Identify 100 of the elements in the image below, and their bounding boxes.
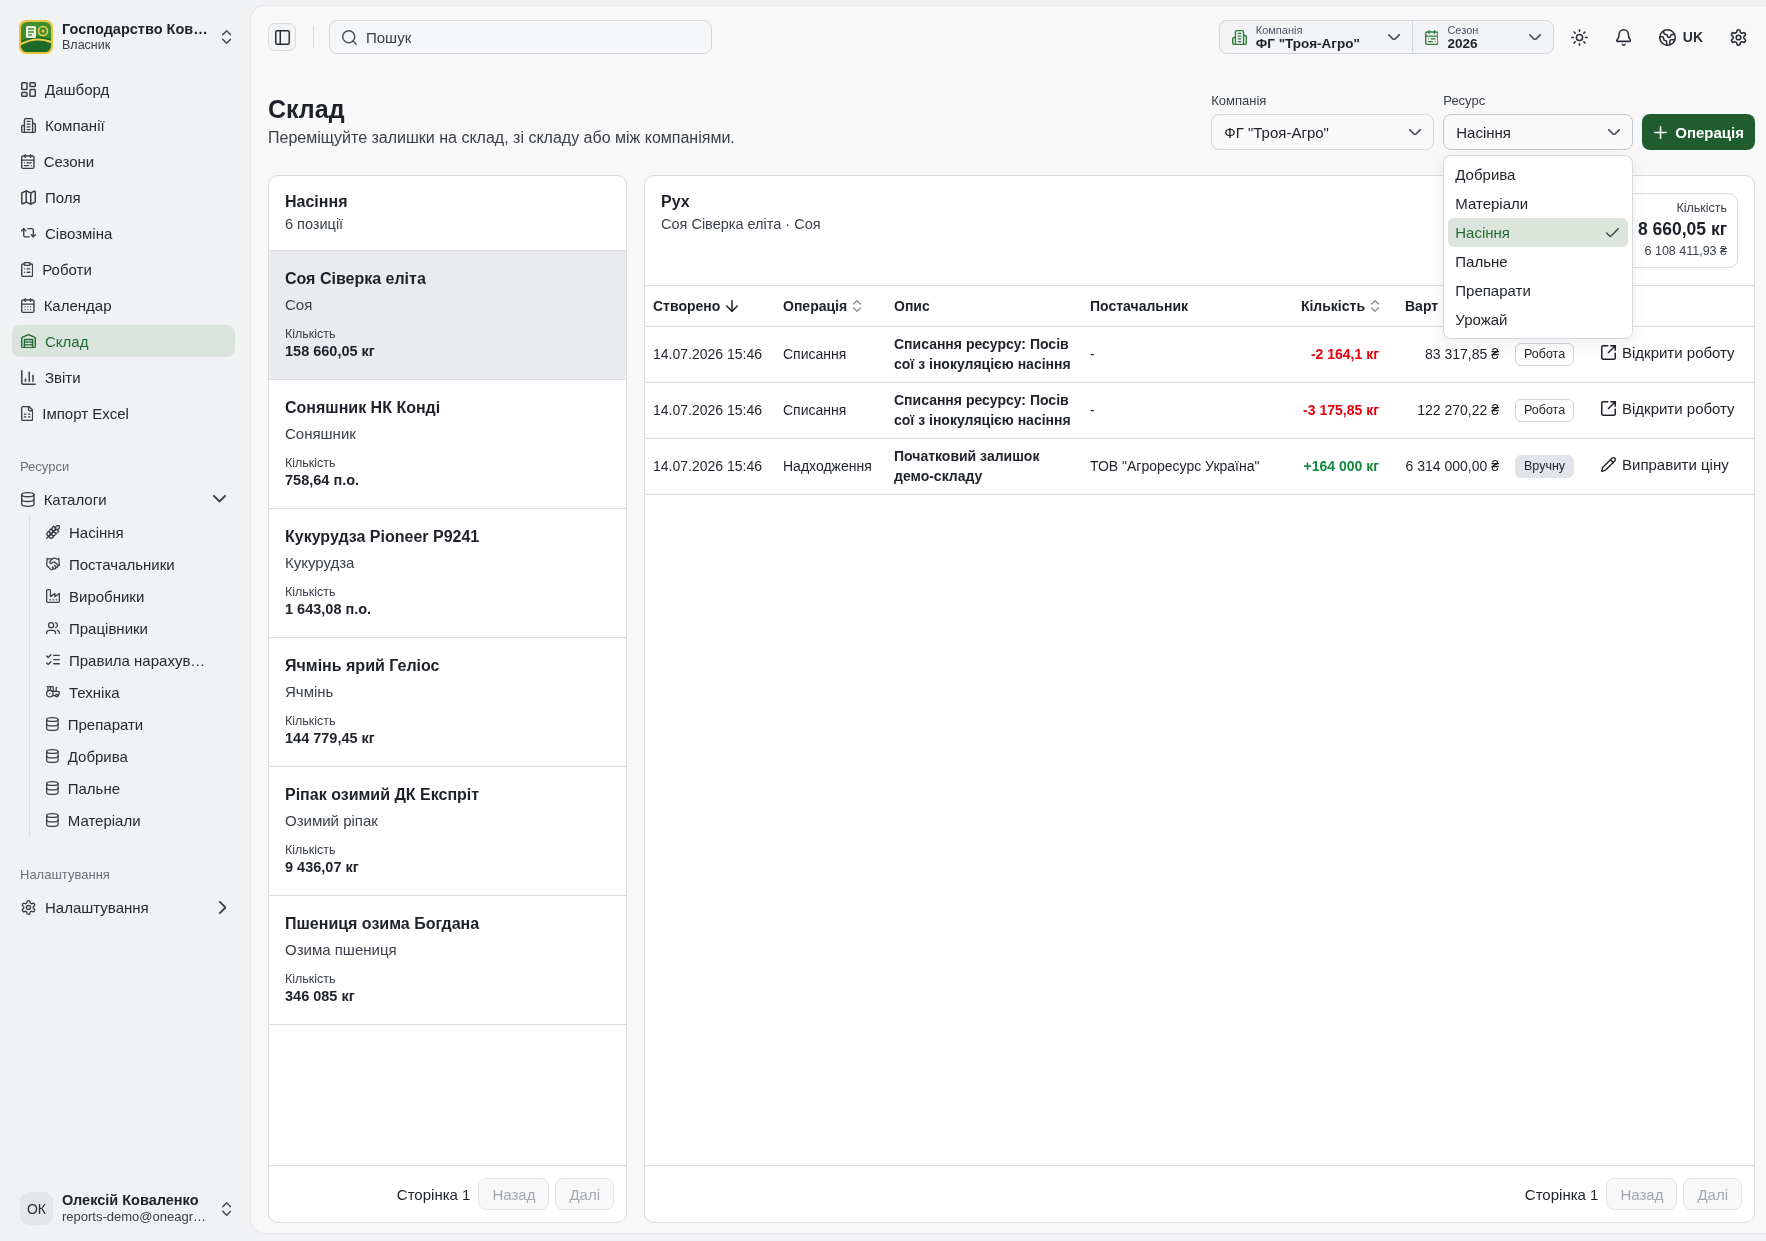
panel-title: Насіння (285, 192, 348, 212)
sidebar-item[interactable]: Правила нарахув… (39, 645, 235, 675)
sidebar-item[interactable]: Каталоги (12, 483, 235, 515)
table-cell: ТОВ "Агроресурс Україна" (1082, 438, 1281, 494)
page-title: Склад (268, 94, 345, 124)
season-switcher[interactable]: Сезон 2026 (1411, 21, 1553, 53)
bell-icon[interactable] (1616, 28, 1632, 46)
quantity-value: 346 085 кг (285, 987, 355, 1005)
settings-icon[interactable] (1729, 28, 1747, 46)
sidebar-item[interactable]: Постачальники (39, 549, 235, 579)
panel-title: Рух (661, 192, 690, 212)
external-link-icon (1601, 345, 1616, 361)
table-cell: Списання (775, 326, 886, 382)
open-link[interactable]: Відкрити роботу (1601, 342, 1735, 363)
sidebar-item[interactable]: Роботи (12, 253, 235, 285)
globe-icon (1658, 28, 1676, 46)
summary-label: Кількість (1676, 200, 1727, 216)
stock-list-item[interactable]: Кукурудза Pioneer P9241 Кукурудза Кількість 1 643,08 п.о. (269, 509, 626, 638)
table-cell: - (1082, 382, 1281, 438)
bar-chart-icon (21, 369, 36, 385)
resource-select[interactable]: Насіння (1443, 114, 1634, 150)
stock-list-item[interactable]: Пшениця озима Богдана Озима пшениця Кількість 346 085 кг (269, 896, 626, 1025)
sidebar-item[interactable]: Налаштування (12, 891, 235, 923)
handshake-icon (46, 557, 60, 571)
chevrons-up-down-icon[interactable] (221, 1201, 231, 1216)
sidebar-item[interactable]: Звіти (12, 361, 235, 393)
sidebar-item[interactable]: Сівозміна (12, 217, 235, 249)
source-badge: Робота (1515, 342, 1575, 366)
sidebar-item[interactable]: Поля (12, 181, 235, 213)
source-badge: Робота (1515, 398, 1575, 422)
table-cell: +164 000 кг (1281, 438, 1387, 494)
workspace-name: Господарство Ков… (62, 21, 208, 38)
company-switcher[interactable]: Компанія ФГ "Троя-Агро" (1219, 21, 1412, 53)
sidebar-item[interactable]: Компанії (12, 109, 235, 141)
quantity-value: 9 436,07 кг (285, 858, 359, 876)
page-subtitle: Переміщуйте залишки на склад, зі складу або між компаніями. (268, 128, 735, 148)
dropdown-option[interactable]: Добрива (1448, 160, 1629, 189)
summary-value: 8 660,05 кг (1637, 218, 1727, 240)
external-link-icon (1601, 401, 1616, 417)
database-icon (46, 781, 59, 795)
calendar-icon (21, 297, 35, 313)
sidebar-item[interactable]: Імпорт Excel (12, 397, 235, 429)
company-select[interactable]: ФГ "Троя-Агро" (1211, 114, 1435, 150)
sidebar-item[interactable]: Препарати (39, 709, 235, 739)
spreadsheet-file-icon (21, 405, 34, 421)
dropdown-option[interactable]: Препарати (1448, 276, 1629, 305)
quantity-label: Кількість (285, 326, 336, 342)
sidebar-section-label: Ресурси (19, 459, 71, 475)
item-name: Соняшник НК Конді (285, 398, 441, 418)
sidebar-item[interactable]: Склад (12, 325, 235, 357)
sort-header-button[interactable]: Створено (653, 297, 739, 314)
item-category: Соняшник (285, 424, 356, 444)
page-indicator: Сторінка 1 (396, 1185, 471, 1203)
table-cell: 6 314 000,00 ₴ (1387, 438, 1507, 494)
dropdown-option[interactable]: Насіння (1448, 218, 1629, 247)
stock-list-item[interactable]: Ріпак озимий ДК Експріт Озимий ріпак Кількість 9 436,07 кг (269, 767, 626, 896)
stock-list-item[interactable]: Соя Сіверка еліта Соя Кількість 158 660,05 кг (269, 251, 626, 380)
chevrons-up-down-icon[interactable] (221, 30, 231, 44)
sidebar-item[interactable]: Календар (12, 289, 235, 321)
stock-list-item[interactable]: Соняшник НК Конді Соняшник Кількість 758,64 п.о. (269, 380, 626, 509)
search-field[interactable]: Пошук (329, 20, 712, 54)
table-cell: Списання ресурсу: Посів сої з інокуляцією насіння (886, 382, 1082, 438)
dropdown-option[interactable]: Пальне (1448, 247, 1629, 276)
sidebar-item[interactable]: Матеріали (39, 805, 235, 835)
sun-icon[interactable] (1571, 28, 1589, 46)
dropdown-option[interactable]: Матеріали (1448, 189, 1629, 218)
item-category: Ячмінь (285, 682, 334, 702)
column-header: Опис (894, 297, 930, 314)
sort-header-button[interactable]: Операція (783, 297, 862, 314)
table-cell: 14.07.2026 15:46 (645, 382, 775, 438)
sidebar-item[interactable]: Дашборд (12, 73, 235, 105)
column-header: Варт (1405, 297, 1439, 314)
table-cell: -3 175,85 кг (1281, 382, 1387, 438)
table-cell: Надходження (775, 438, 886, 494)
language-button[interactable]: UK (1650, 20, 1711, 54)
table-cell: -2 164,1 кг (1281, 326, 1387, 382)
sidebar-item[interactable]: Виробники (39, 581, 235, 611)
sidebar-item[interactable]: Пальне (39, 773, 235, 803)
source-badge: Вручну (1515, 454, 1575, 478)
edit-link[interactable]: Виправити ціну (1601, 454, 1729, 475)
stock-list-item[interactable]: Ячмінь ярий Геліос Ячмінь Кількість 144 779,45 кг (269, 638, 626, 767)
add-operation-button[interactable]: Операція (1642, 114, 1755, 150)
panel-left-icon (274, 29, 290, 45)
quantity-label: Кількість (285, 455, 336, 471)
table-cell: 14.07.2026 15:46 (645, 438, 775, 494)
sidebar-item[interactable]: Працівники (39, 613, 235, 643)
search-icon (342, 29, 357, 45)
sidebar-item[interactable]: Насіння (39, 517, 235, 547)
database-icon (46, 813, 59, 827)
sidebar-item[interactable]: Техніка (39, 677, 235, 707)
sidebar-toggle-button[interactable] (268, 23, 296, 51)
chevron-down-icon (1528, 33, 1541, 41)
item-category: Соя (285, 295, 313, 315)
sidebar-item[interactable]: Добрива (39, 741, 235, 771)
open-link[interactable]: Відкрити роботу (1601, 398, 1735, 419)
item-category: Кукурудза (285, 553, 355, 573)
sidebar-item[interactable]: Сезони (12, 145, 235, 177)
sort-header-button[interactable]: Кількість (1300, 297, 1379, 314)
table-cell: Списання ресурсу: Посів сої з інокуляцією насіння (886, 326, 1082, 382)
quantity-value: 758,64 п.о. (285, 471, 360, 489)
